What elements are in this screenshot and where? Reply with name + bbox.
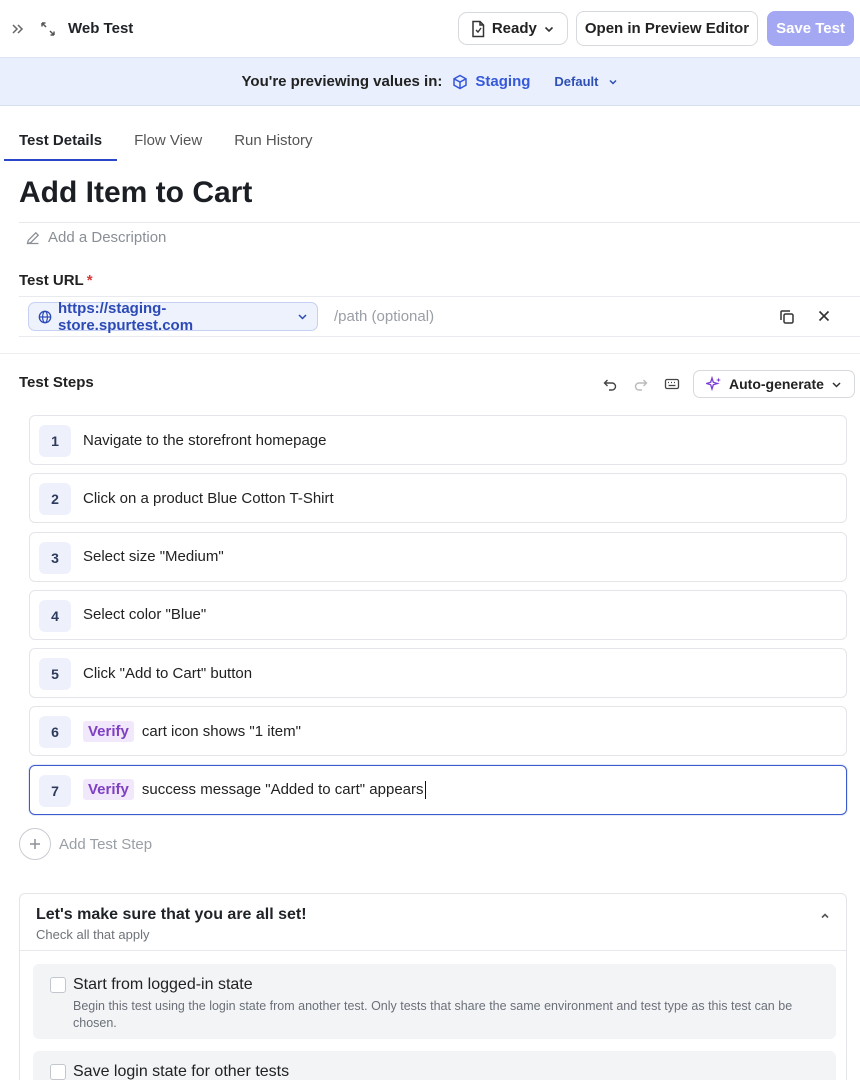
chevron-down-icon [608, 77, 618, 87]
add-description-label: Add a Description [48, 229, 167, 246]
env-banner-lead: You're previewing values in: [241, 73, 443, 90]
option-logged-in-state[interactable]: Start from logged-in state Begin this te… [33, 964, 836, 1039]
step-text-value: cart icon shows "1 item" [141, 722, 301, 740]
top-bar: Web Test Ready Open in Preview Editor Sa… [0, 0, 860, 57]
undo-icon[interactable] [600, 370, 620, 398]
save-test-button[interactable]: Save Test [767, 11, 854, 46]
tab-test-details[interactable]: Test Details [4, 121, 118, 161]
add-test-step-label: Add Test Step [59, 835, 153, 853]
checklist-title: Let's make sure that you are all set! [36, 906, 307, 923]
step-number: 5 [39, 658, 71, 691]
chevron-down-icon [831, 379, 842, 390]
sparkle-icon [706, 376, 722, 392]
variant-name: Default [554, 74, 599, 89]
step-text[interactable]: Select color "Blue" [83, 591, 206, 639]
required-mark: * [86, 272, 93, 289]
document-icon [470, 20, 486, 38]
option-save-login-state[interactable]: Save login state for other tests [33, 1051, 836, 1080]
setup-checklist-card: Let's make sure that you are all set! Ch… [19, 893, 847, 1080]
test-step[interactable]: 3 Select size "Medium" [29, 531, 847, 582]
step-text[interactable]: Click "Add to Cart" button [83, 649, 252, 697]
step-number: 1 [39, 425, 71, 457]
checklist-header: Let's make sure that you are all set! Ch… [20, 894, 846, 951]
tab-bar: Test Details Flow View Run History [4, 121, 328, 161]
option-title: Start from logged-in state [73, 976, 253, 993]
status-dropdown[interactable]: Ready [457, 12, 568, 45]
test-step[interactable]: 4 Select color "Blue" [29, 589, 847, 640]
text-caret [424, 780, 426, 799]
variant-selector[interactable]: Default [554, 74, 618, 89]
chevron-down-icon [543, 23, 555, 35]
step-text-input[interactable]: Verify success message "Added to cart" ap… [83, 766, 426, 814]
step-number: 2 [39, 483, 71, 516]
step-text-value: Select size "Medium" [83, 548, 224, 566]
step-text[interactable]: Verify cart icon shows "1 item" [83, 707, 301, 755]
step-number: 4 [39, 599, 71, 632]
step-text[interactable]: Navigate to the storefront homepage [83, 416, 327, 464]
checkbox[interactable] [50, 1064, 66, 1080]
verify-tag: Verify [83, 779, 134, 801]
divider [0, 353, 860, 354]
verify-tag: Verify [83, 720, 134, 742]
cube-icon [452, 74, 468, 90]
step-number: 3 [39, 541, 71, 574]
keyboard-icon[interactable] [662, 370, 682, 398]
test-url-label-text: Test URL [19, 272, 84, 289]
chevron-up-icon[interactable] [820, 911, 830, 921]
expand-icon[interactable] [38, 19, 58, 39]
url-path-input[interactable]: /path (optional) [334, 308, 434, 325]
open-preview-editor-button[interactable]: Open in Preview Editor [575, 11, 759, 46]
step-text-value: Navigate to the storefront homepage [83, 431, 327, 449]
globe-icon [38, 310, 52, 324]
option-title: Save login state for other tests [73, 1063, 290, 1080]
status-label: Ready [491, 20, 537, 37]
checklist-subtitle: Check all that apply [36, 927, 150, 942]
test-step[interactable]: 2 Click on a product Blue Cotton T-Shirt [29, 473, 847, 524]
add-test-step-button[interactable]: Add Test Step [19, 828, 152, 860]
step-text-value: Click "Add to Cart" button [83, 664, 253, 682]
step-text[interactable]: Click on a product Blue Cotton T-Shirt [83, 474, 334, 522]
auto-generate-button[interactable]: Auto-generate [693, 370, 855, 398]
step-text-value: success message "Added to cart" appears [141, 781, 424, 799]
redo-icon[interactable] [631, 370, 651, 398]
step-text[interactable]: Select size "Medium" [83, 533, 224, 581]
pencil-icon [25, 230, 41, 246]
chevron-down-icon [297, 311, 308, 322]
base-url-value: https://staging-store.spurtest.com [58, 299, 194, 334]
test-url-row: https://staging-store.spurtest.com /path… [19, 296, 860, 337]
copy-icon[interactable] [778, 308, 796, 326]
step-text-value: Click on a product Blue Cotton T-Shirt [83, 489, 334, 507]
test-type-title: Web Test [68, 20, 134, 37]
test-title[interactable]: Add Item to Cart [19, 176, 252, 210]
test-step[interactable]: 7 Verify success message "Added to cart" … [29, 764, 847, 815]
option-description: Begin this test using the login state fr… [73, 999, 793, 1030]
environment-name: Staging [475, 73, 531, 90]
steps-toolbar: Auto-generate [600, 370, 855, 398]
environment-selector[interactable]: Staging [452, 73, 530, 90]
add-description-button[interactable]: Add a Description [25, 229, 166, 246]
checkbox[interactable] [50, 977, 66, 993]
collapse-panel-icon[interactable] [8, 19, 28, 39]
tab-run-history[interactable]: Run History [219, 121, 327, 161]
test-steps-list: 1 Navigate to the storefront homepage 2 … [29, 415, 847, 823]
test-steps-label: Test Steps [19, 374, 94, 391]
auto-generate-label: Auto-generate [729, 376, 824, 392]
step-number: 6 [39, 716, 71, 749]
test-url-label: Test URL * [19, 272, 93, 289]
plus-icon [19, 828, 51, 860]
step-number: 7 [39, 774, 71, 807]
test-step[interactable]: 5 Click "Add to Cart" button [29, 648, 847, 699]
test-step[interactable]: 6 Verify cart icon shows "1 item" [29, 706, 847, 757]
base-url-dropdown[interactable]: https://staging-store.spurtest.com [28, 299, 318, 334]
divider [19, 222, 860, 223]
close-icon[interactable] [816, 308, 832, 324]
tab-flow-view[interactable]: Flow View [119, 121, 217, 161]
test-step[interactable]: 1 Navigate to the storefront homepage [29, 415, 847, 465]
step-text-value: Select color "Blue" [83, 606, 207, 624]
environment-banner: You're previewing values in: Staging Def… [0, 57, 860, 106]
